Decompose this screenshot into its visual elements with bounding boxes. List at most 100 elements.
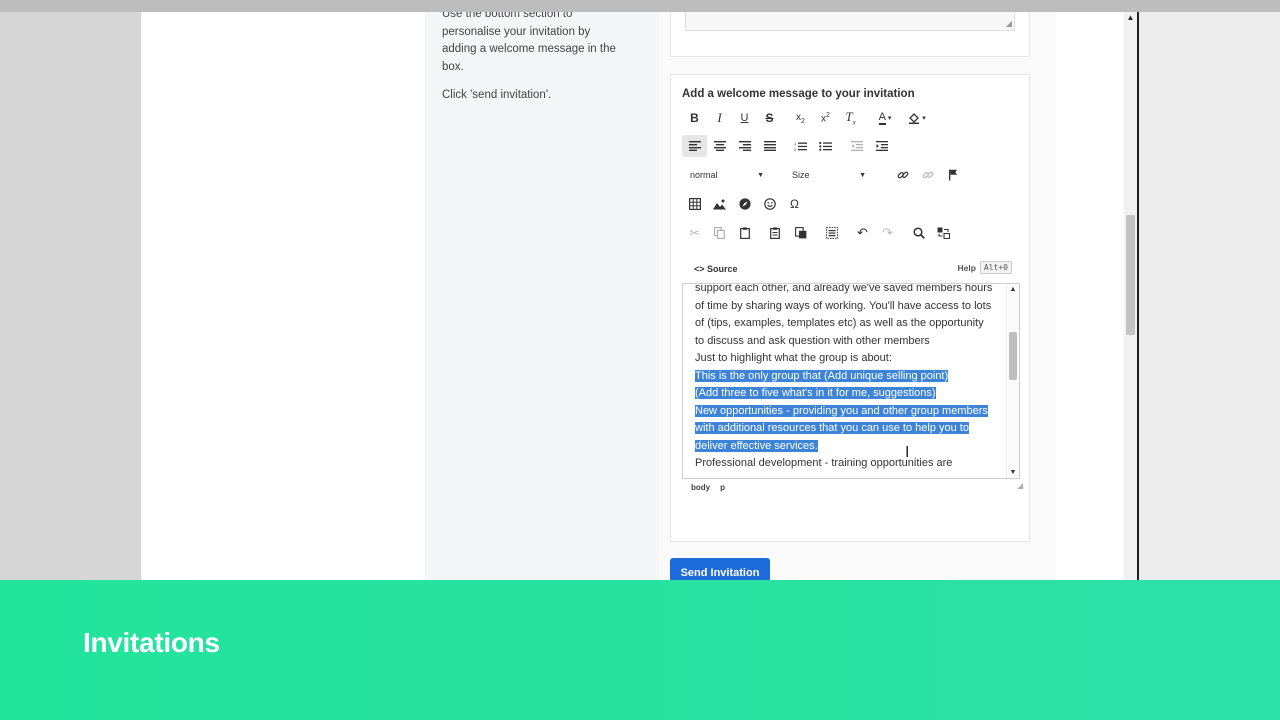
selected-paragraph: This is the only group that (Add unique … (695, 368, 995, 386)
help-shortcut: Alt+0 (979, 261, 1012, 274)
welcome-message-label: Add a welcome message to your invitation (682, 88, 915, 100)
scroll-up-icon[interactable]: ▲ (1007, 286, 1019, 293)
align-right-icon (738, 141, 751, 151)
instructions-text: Use the bottom section to personalise yo… (442, 12, 616, 73)
undo-button[interactable]: ↶ (850, 222, 875, 244)
selected-text: (Add three to five what's in it for me, … (695, 387, 936, 399)
scissors-icon: ✂ (689, 226, 700, 240)
editor-content-area[interactable]: support each other, and already we've sa… (682, 283, 1020, 479)
flag-icon (948, 169, 957, 181)
code-icon: <> (694, 264, 705, 274)
paste-button[interactable] (732, 222, 757, 244)
table-button[interactable] (682, 193, 707, 215)
title-banner: Invitations (0, 580, 1280, 720)
omega-icon: Ω (790, 197, 799, 211)
toolbar-row-clipboard: ✂ ↶ ↷ (682, 220, 956, 246)
superscript-button[interactable]: x2 (813, 107, 838, 129)
browser-top-strip (0, 0, 1280, 12)
toolbar-row-paragraph: 12 (682, 133, 894, 159)
ordered-list-button[interactable]: 12 (788, 135, 813, 157)
source-label: Source (707, 264, 738, 274)
background-color-button[interactable]: ▾ (901, 107, 933, 129)
unlink-button[interactable] (915, 164, 940, 186)
format-select-value: normal (690, 170, 718, 180)
copy-icon (714, 227, 725, 239)
smiley-icon (763, 198, 776, 210)
justify-icon (763, 141, 776, 151)
send-invitation-button[interactable]: Send Invitation (670, 558, 770, 580)
help-button[interactable]: Help Alt+0 (957, 261, 1012, 274)
editor-scrollbar[interactable]: ▲ ▼ (1006, 284, 1019, 478)
paint-bucket-icon (909, 113, 920, 124)
bold-button[interactable]: B (682, 107, 707, 129)
replace-button[interactable] (931, 222, 956, 244)
svg-text:1: 1 (794, 141, 797, 146)
size-select-value: Size (792, 170, 810, 180)
italic-button[interactable]: I (707, 107, 732, 129)
align-center-icon (713, 141, 726, 151)
find-button[interactable] (906, 222, 931, 244)
resize-grip-icon[interactable]: ◢ (1006, 19, 1012, 28)
text-color-icon: A (878, 110, 886, 125)
editor-document[interactable]: support each other, and already we've sa… (695, 283, 995, 473)
page-content: Use the bottom section to personalise yo… (141, 12, 1137, 580)
paste-text-icon (770, 227, 780, 239)
link-button[interactable] (890, 164, 915, 186)
underline-button[interactable]: U (732, 107, 757, 129)
bullet-list-button[interactable] (813, 135, 838, 157)
right-gutter (1139, 12, 1280, 580)
compass-icon (738, 198, 751, 210)
copy-button[interactable] (707, 222, 732, 244)
paste-word-button[interactable] (788, 222, 813, 244)
paste-text-button[interactable] (763, 222, 788, 244)
strikethrough-button[interactable]: S (757, 107, 782, 129)
content-paragraph: Professional development - training oppo… (695, 457, 953, 469)
content-paragraph: Just to highlight what the group is abou… (695, 352, 892, 364)
redo-button[interactable]: ↷ (875, 222, 900, 244)
justify-button[interactable] (757, 135, 782, 157)
rich-text-editor: B I U S x2 x2 Tx A ▾ ▾ 1 2 normal ▼ Size… (682, 105, 1023, 497)
bullet-list-icon (819, 141, 832, 151)
size-select[interactable]: Size ▼ (784, 164, 874, 186)
link-icon (897, 171, 908, 179)
table-icon (688, 198, 701, 210)
remove-format-button[interactable]: Tx (838, 107, 863, 129)
scroll-up-icon[interactable]: ▲ (1126, 12, 1135, 24)
path-item-p[interactable]: p (720, 483, 725, 492)
text-color-button[interactable]: A ▾ (869, 107, 901, 129)
instructions-column: Use the bottom section to personalise yo… (425, 12, 659, 580)
undo-icon: ↶ (857, 225, 868, 240)
outdent-button[interactable] (844, 135, 869, 157)
previous-textarea[interactable]: ◢ (685, 12, 1015, 31)
resize-grip-icon[interactable]: ◢ (1018, 482, 1023, 490)
selected-paragraph: (Add three to five what's in it for me, … (695, 385, 995, 403)
align-center-button[interactable] (707, 135, 732, 157)
align-right-button[interactable] (732, 135, 757, 157)
toolbar-row-styles: normal ▼ Size ▼ (682, 162, 965, 188)
previous-card: ◢ (670, 12, 1030, 57)
scroll-down-icon[interactable]: ▼ (1007, 469, 1019, 476)
paste-word-icon (794, 227, 806, 239)
selected-paragraph: New opportunities - providing you and ot… (695, 403, 995, 456)
emoji-button[interactable] (757, 193, 782, 215)
banner-title: Invitations (83, 627, 220, 658)
select-all-button[interactable] (819, 222, 844, 244)
page-scroll-thumb[interactable] (1126, 215, 1135, 335)
content-paragraph: support each other, and already we've sa… (695, 283, 993, 347)
format-select[interactable]: normal ▼ (682, 164, 772, 186)
welcome-message-card: Add a welcome message to your invitation… (670, 74, 1030, 542)
subscript-button[interactable]: x2 (788, 107, 813, 129)
special-char-button[interactable]: Ω (782, 193, 807, 215)
selected-text: New opportunities - providing you and ot… (695, 404, 988, 452)
image-button[interactable] (707, 193, 732, 215)
anchor-button[interactable] (940, 164, 965, 186)
source-button[interactable]: <> Source (694, 264, 738, 274)
page-scrollbar[interactable]: ▲ (1124, 12, 1137, 580)
element-path-bar: body p ◢ (682, 479, 1027, 495)
compass-button[interactable] (732, 193, 757, 215)
indent-button[interactable] (869, 135, 894, 157)
align-left-button[interactable] (682, 135, 707, 157)
path-item-body[interactable]: body (691, 483, 710, 492)
cut-button[interactable]: ✂ (682, 222, 707, 244)
editor-scroll-thumb[interactable] (1009, 332, 1017, 380)
